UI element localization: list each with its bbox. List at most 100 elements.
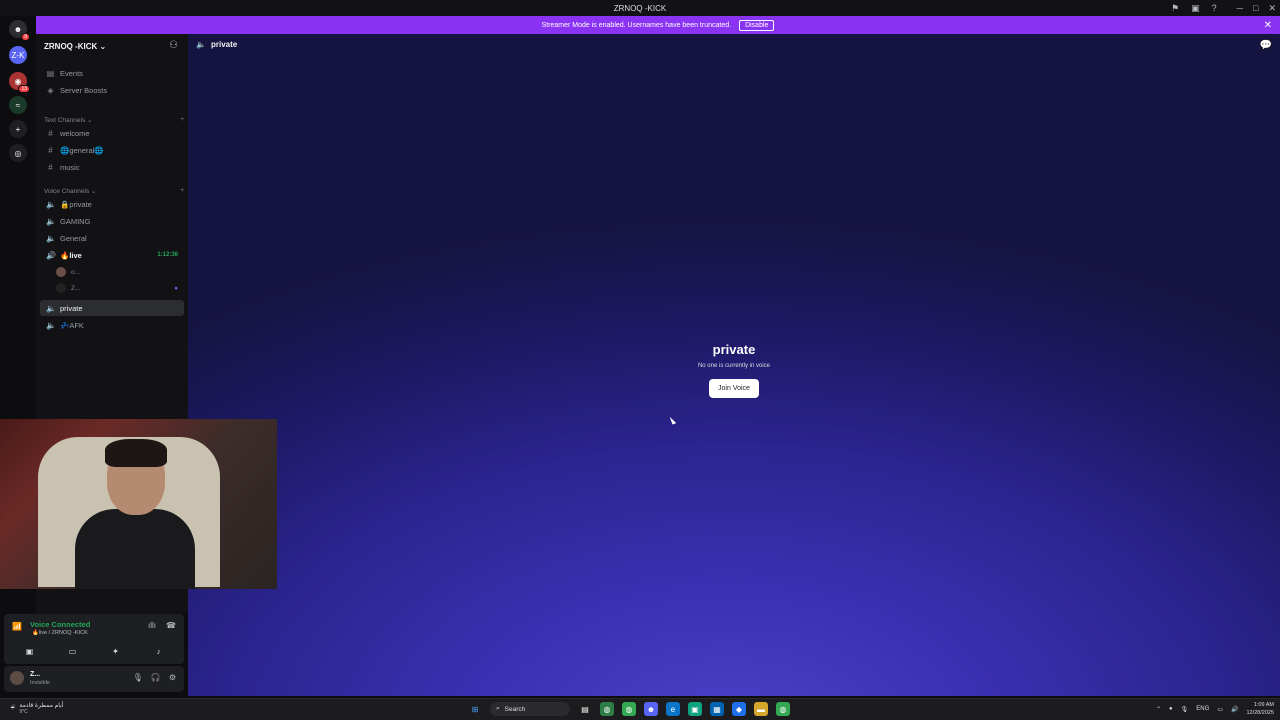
voice-participant[interactable]: Z... ● bbox=[56, 281, 184, 295]
voice-channel-view: 🔈 private 💬 private No one is currently … bbox=[188, 34, 1280, 696]
chevron-up-icon[interactable]: ⌃ bbox=[1156, 706, 1161, 713]
voice-connected-title[interactable]: Voice Connected bbox=[30, 620, 90, 629]
search-icon: ⌕ bbox=[496, 705, 500, 712]
channel-music[interactable]: # music bbox=[40, 159, 184, 175]
sidebar-item-events[interactable]: ▤ Events bbox=[40, 65, 184, 81]
start-icon[interactable]: ⊞ bbox=[468, 702, 482, 716]
calendar-icon: ▤ bbox=[46, 68, 55, 78]
noise-suppression-icon[interactable]: ıllı bbox=[148, 621, 156, 630]
speaker-icon: 🔈 bbox=[46, 216, 56, 226]
activities-button[interactable]: ✦ bbox=[98, 643, 134, 659]
gear-icon[interactable]: ⚙ bbox=[169, 673, 176, 682]
voice-channel-gaming[interactable]: 🔈 GAMING bbox=[40, 213, 184, 229]
taskbar-search[interactable]: ⌕ Search bbox=[490, 702, 570, 716]
voice-channel-afk[interactable]: 🔈 💤AFK bbox=[40, 317, 184, 333]
headphones-icon[interactable]: 🎧 bbox=[151, 673, 161, 682]
disconnect-icon[interactable]: ☎ bbox=[166, 621, 176, 630]
weather-icon: ☔ bbox=[10, 706, 16, 712]
weather-text: أيام ممطرة قادمة bbox=[19, 703, 64, 709]
titlebar-actions: ⚑ ▣ ? ─ □ ✕ bbox=[1171, 0, 1276, 16]
speaker-icon: 🔈 bbox=[46, 199, 56, 209]
weather-widget[interactable]: ☔ أيام ممطرة قادمة 9°C bbox=[10, 702, 63, 715]
speaker-icon: 🔈 bbox=[46, 303, 56, 313]
chat-bubble-icon: ● bbox=[174, 284, 178, 292]
close-banner-icon[interactable]: ✕ bbox=[1264, 20, 1272, 31]
windows-taskbar: ☔ أيام ممطرة قادمة 9°C ⊞ ⌕ Search ▤ ◍ ◍ ☻… bbox=[0, 698, 1280, 720]
user-panel: Z... Invisible 🎙 🎧 ⚙ bbox=[4, 666, 184, 692]
task-view-icon[interactable]: ▤ bbox=[578, 702, 592, 716]
webcam-overlay bbox=[0, 419, 277, 589]
temperature: 9°C bbox=[19, 709, 28, 715]
inbox-icon[interactable]: ▣ bbox=[1191, 3, 1200, 14]
help-icon[interactable]: ? bbox=[1212, 3, 1217, 13]
voice-channel-private-selected[interactable]: 🔈 private bbox=[40, 300, 184, 316]
add-channel-icon[interactable]: + bbox=[180, 187, 184, 195]
language-indicator[interactable]: ENG bbox=[1196, 706, 1209, 712]
join-voice-button[interactable]: Join Voice bbox=[709, 379, 759, 398]
folder-icon[interactable]: ▬ bbox=[754, 702, 768, 716]
channel-header-title: private bbox=[210, 40, 238, 49]
browser-icon[interactable]: ◍ bbox=[622, 702, 636, 716]
window-titlebar: ZRNOQ -KICK ⚑ ▣ ? ─ □ ✕ bbox=[0, 0, 1280, 16]
voice-channel-general[interactable]: 🔈 General bbox=[40, 230, 184, 246]
voice-timer: 1:12:36 bbox=[157, 252, 178, 258]
boost-icon: ◈ bbox=[47, 85, 54, 95]
server-list: ☻ 9 Z-K ◉ 13 ≈ + ◎ bbox=[0, 16, 36, 696]
app-icon[interactable]: ▣ bbox=[688, 702, 702, 716]
chrome-icon[interactable]: ◍ bbox=[600, 702, 614, 716]
user-status: Invisible bbox=[30, 680, 50, 686]
soundboard-button[interactable]: ♪ bbox=[141, 643, 177, 659]
server-name-header[interactable]: ZRNOQ -KICK ⌄ bbox=[44, 42, 106, 51]
discord-icon[interactable]: ☻ bbox=[644, 702, 658, 716]
avatar[interactable] bbox=[10, 671, 24, 685]
app-icon[interactable]: ◆ bbox=[732, 702, 746, 716]
volume-icon[interactable]: 🔊 bbox=[1231, 706, 1238, 713]
channel-header: 🔈 private bbox=[196, 40, 237, 49]
channel-welcome[interactable]: # welcome bbox=[40, 125, 184, 141]
chat-icon[interactable]: 💬 bbox=[1260, 40, 1272, 51]
flag-icon[interactable]: ⚑ bbox=[1171, 3, 1179, 14]
home-discord-icon[interactable]: ☻ 9 bbox=[9, 20, 30, 41]
voice-connected-panel: 📶 Voice Connected 🔥live / ZRNOQ -KICK ıl… bbox=[4, 614, 184, 664]
voice-channel-private-locked[interactable]: 🔈 🔒private bbox=[40, 196, 184, 212]
voice-channels-category[interactable]: Voice Channels ⌄ + bbox=[44, 187, 184, 195]
system-tray: ⌃ ● 🎙 ENG ▭ 🔊 1:09 AM 12/28/2025 bbox=[1156, 701, 1274, 717]
microphone-icon[interactable]: 🎙 bbox=[1181, 706, 1189, 713]
sidebar-item-server-boosts[interactable]: ◈ Server Boosts bbox=[40, 82, 184, 98]
text-channels-category[interactable]: Text Channels ⌄ + bbox=[44, 116, 184, 124]
voice-channel-live[interactable]: 🔊 🔥live 1:12:36 bbox=[40, 247, 184, 263]
username[interactable]: Z... bbox=[30, 671, 40, 678]
add-member-icon[interactable]: ⚇ bbox=[169, 40, 178, 51]
hash-icon: # bbox=[48, 128, 53, 138]
maximize-icon[interactable]: □ bbox=[1253, 3, 1258, 14]
voice-participant[interactable]: o... bbox=[56, 265, 184, 279]
server-avatar-icon[interactable]: ◉ 13 bbox=[9, 72, 30, 93]
streamer-mode-banner: Streamer Mode is enabled. Usernames have… bbox=[36, 16, 1280, 34]
close-window-icon[interactable]: ✕ bbox=[1268, 3, 1276, 14]
signal-icon[interactable]: 📶 bbox=[12, 622, 22, 631]
server-zk-icon[interactable]: Z-K bbox=[9, 46, 27, 64]
add-channel-icon[interactable]: + bbox=[180, 116, 184, 124]
share-screen-button[interactable]: ▭ bbox=[55, 643, 91, 659]
add-server-icon[interactable]: + bbox=[9, 120, 27, 138]
store-icon[interactable]: ▦ bbox=[710, 702, 724, 716]
speaker-icon: 🔈 bbox=[46, 233, 56, 243]
microphone-icon[interactable]: 🎙 bbox=[133, 673, 143, 682]
browser-icon[interactable]: ◍ bbox=[776, 702, 790, 716]
channel-general[interactable]: # 🌐general🌐 bbox=[40, 142, 184, 158]
avatar bbox=[56, 283, 66, 293]
edge-icon[interactable]: e bbox=[666, 702, 680, 716]
window-title: ZRNOQ -KICK bbox=[613, 3, 667, 13]
disable-streamer-mode-button[interactable]: Disable bbox=[739, 19, 775, 31]
voice-connected-subtitle[interactable]: 🔥live / ZRNOQ -KICK bbox=[32, 630, 88, 636]
network-icon[interactable]: ▭ bbox=[1217, 706, 1223, 713]
banner-message: Streamer Mode is enabled. Usernames have… bbox=[541, 21, 732, 29]
camera-off-button[interactable]: ▣ bbox=[12, 643, 48, 659]
minimize-icon[interactable]: ─ bbox=[1237, 3, 1243, 14]
server-avatar-icon[interactable]: ≈ bbox=[9, 96, 27, 114]
speaker-icon: 🔈 bbox=[46, 320, 56, 330]
tray-app-icon[interactable]: ● bbox=[1169, 706, 1173, 712]
explore-servers-icon[interactable]: ◎ bbox=[9, 144, 27, 162]
avatar bbox=[56, 267, 66, 277]
clock[interactable]: 1:09 AM 12/28/2025 bbox=[1246, 701, 1274, 717]
